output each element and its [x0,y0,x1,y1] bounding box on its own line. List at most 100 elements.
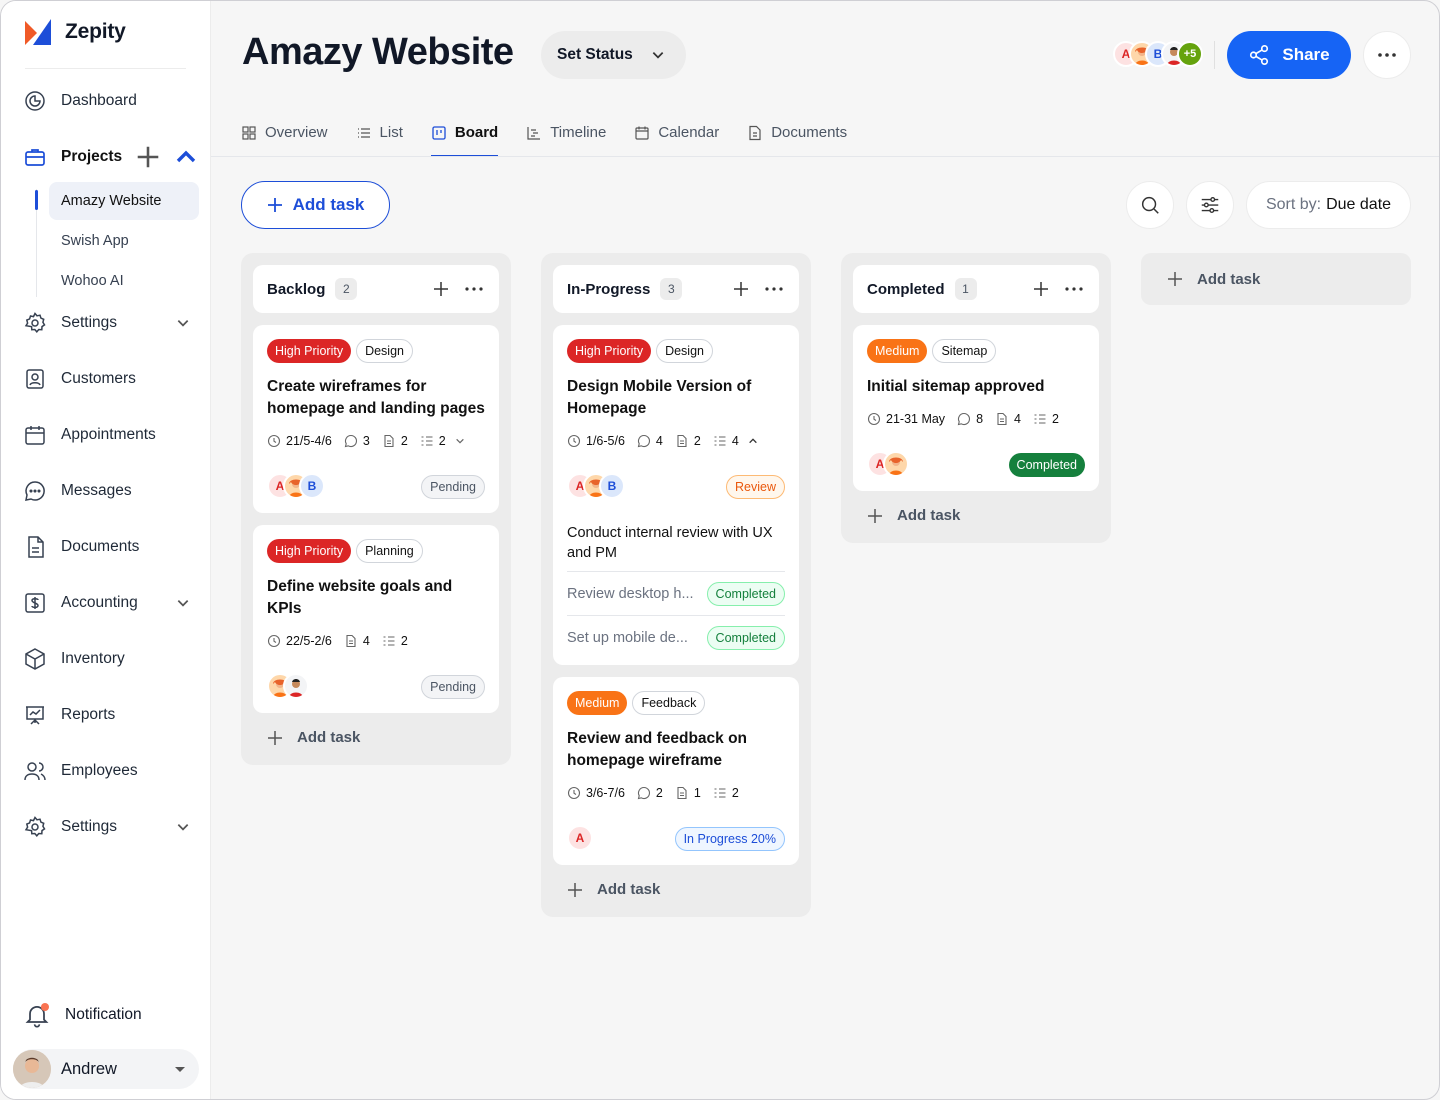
tab-documents[interactable]: Documents [747,119,847,157]
more-options-button[interactable] [1363,31,1411,79]
tab-timeline[interactable]: Timeline [526,119,606,157]
list-icon [357,128,370,138]
task-card[interactable]: High Priority Planning Define website go… [253,525,499,713]
sidebar-item-messages[interactable]: Messages [23,471,190,511]
more-horizontal-icon[interactable] [465,287,483,291]
column-add-task[interactable]: Add task [267,729,360,746]
tab-label: Documents [771,124,848,141]
column-add-task[interactable]: Add task [567,881,660,898]
subtask-item[interactable]: Review desktop h... Completed [567,571,785,615]
filter-button[interactable] [1186,181,1234,229]
set-status-dropdown[interactable]: Set Status [541,31,686,79]
tab-label: Board [454,124,499,141]
sidebar: Zepity Dashboard Projects Amazy Website … [1,1,211,1099]
user-menu[interactable]: Andrew [13,1049,199,1089]
file-count: 1 [693,786,701,800]
share-label: Share [1282,45,1330,64]
more-horizontal-icon[interactable] [1065,287,1083,291]
tab-overview[interactable]: Overview [241,119,328,157]
sidebar-item-reports[interactable]: Reports [23,695,190,735]
task-card[interactable]: High Priority Design Design Mobile Versi… [553,325,799,665]
plus-icon[interactable] [733,281,749,297]
sidebar-item-customers[interactable]: Customers [23,359,190,399]
comment-count: 3 [362,434,370,448]
more-horizontal-icon[interactable] [765,287,783,291]
sidebar-item-documents[interactable]: Documents [23,527,190,567]
add-task-button[interactable]: Add task [241,181,390,229]
plus-icon[interactable] [1033,281,1049,297]
member-avatars[interactable]: A B +5 [1113,41,1203,67]
project-item-swish-app[interactable]: Swish App [49,222,199,260]
add-column-button[interactable]: Add task [1141,253,1411,305]
share-icon [1250,45,1269,65]
notification-button[interactable]: Notification [23,1001,142,1029]
task-title: Design Mobile Version of Homepage [567,378,752,417]
chevron-down-icon [652,52,664,59]
avatar-more-count: +5 [1177,41,1203,67]
view-tabs: Overview List Board Timeline Calendar Do… [241,119,875,157]
tab-calendar[interactable]: Calendar [634,119,719,157]
sidebar-item-label: Employees [61,762,138,779]
column-completed: Completed 1 Medium Sitemap Initial sitem… [841,253,1111,543]
clock-icon [867,412,881,426]
document-icon [28,536,44,558]
sidebar-item-settings[interactable]: Settings [23,303,190,343]
status-badge: Completed [1008,453,1085,477]
plus-icon[interactable] [433,281,449,297]
share-button[interactable]: Share [1227,31,1351,79]
column-header: Completed 1 [853,265,1099,313]
chevron-up-icon[interactable] [174,145,198,169]
set-status-label: Set Status [557,46,633,63]
subtask-count: 2 [400,634,408,648]
task-card[interactable]: Medium Sitemap Initial sitemap approved … [853,325,1099,491]
priority-tag: High Priority [567,339,652,363]
sidebar-item-projects[interactable]: Projects [23,137,196,177]
active-indicator [35,190,38,210]
sort-dropdown[interactable]: Sort by: Due date [1246,181,1411,229]
sliders-icon [1201,196,1219,214]
file-icon [677,434,687,448]
sidebar-item-employees[interactable]: Employees [23,751,190,791]
project-item-wohoo-ai[interactable]: Wohoo AI [49,262,199,300]
plus-icon [868,508,882,523]
sidebar-item-accounting[interactable]: Accounting [23,583,190,623]
sidebar-item-label: Documents [61,538,140,555]
sidebar-item-label: Settings [61,314,118,331]
sidebar-divider [25,68,186,69]
assignees: A B [267,473,325,499]
sidebar-item-appointments[interactable]: Appointments [23,415,190,455]
task-date: 21-31 May [886,412,946,426]
subtask-count: 2 [731,786,739,800]
search-icon [1141,196,1159,214]
subtask-icon [714,788,726,798]
project-item-amazy-website[interactable]: Amazy Website [49,182,199,220]
task-card[interactable]: High Priority Design Create wireframes f… [253,325,499,513]
task-card[interactable]: Medium Feedback Review and feedback on h… [553,677,799,865]
comment-icon [637,786,650,800]
chevron-down-icon[interactable] [455,436,465,446]
sidebar-item-inventory[interactable]: Inventory [23,639,190,679]
gear-icon [24,312,46,333]
logo[interactable]: Zepity [23,17,126,47]
sidebar-item-dashboard[interactable]: Dashboard [23,81,190,121]
add-project-icon[interactable] [136,145,160,169]
clock-icon [267,434,281,448]
project-label: Swish App [61,233,129,249]
task-date: 21/5-4/6 [286,434,332,448]
search-button[interactable] [1126,181,1174,229]
tab-board[interactable]: Board [430,119,499,157]
tab-list[interactable]: List [356,119,403,157]
subtask-item[interactable]: Set up mobile de... Completed [567,615,785,659]
column-add-task[interactable]: Add task [867,507,960,524]
category-tag: Feedback [632,691,706,715]
comment-count: 4 [655,434,663,448]
calendar-icon [635,126,649,140]
sidebar-item-label: Dashboard [61,92,137,109]
sidebar-item-settings-2[interactable]: Settings [23,807,190,847]
chevron-up-icon[interactable] [748,436,758,446]
tab-label: Overview [265,124,328,141]
subtask-label: Set up mobile de... [567,629,688,646]
column-backlog: Backlog 2 High Priority Design Create wi… [241,253,511,765]
subtask-icon [383,636,395,646]
add-task-label: Add task [897,507,961,524]
